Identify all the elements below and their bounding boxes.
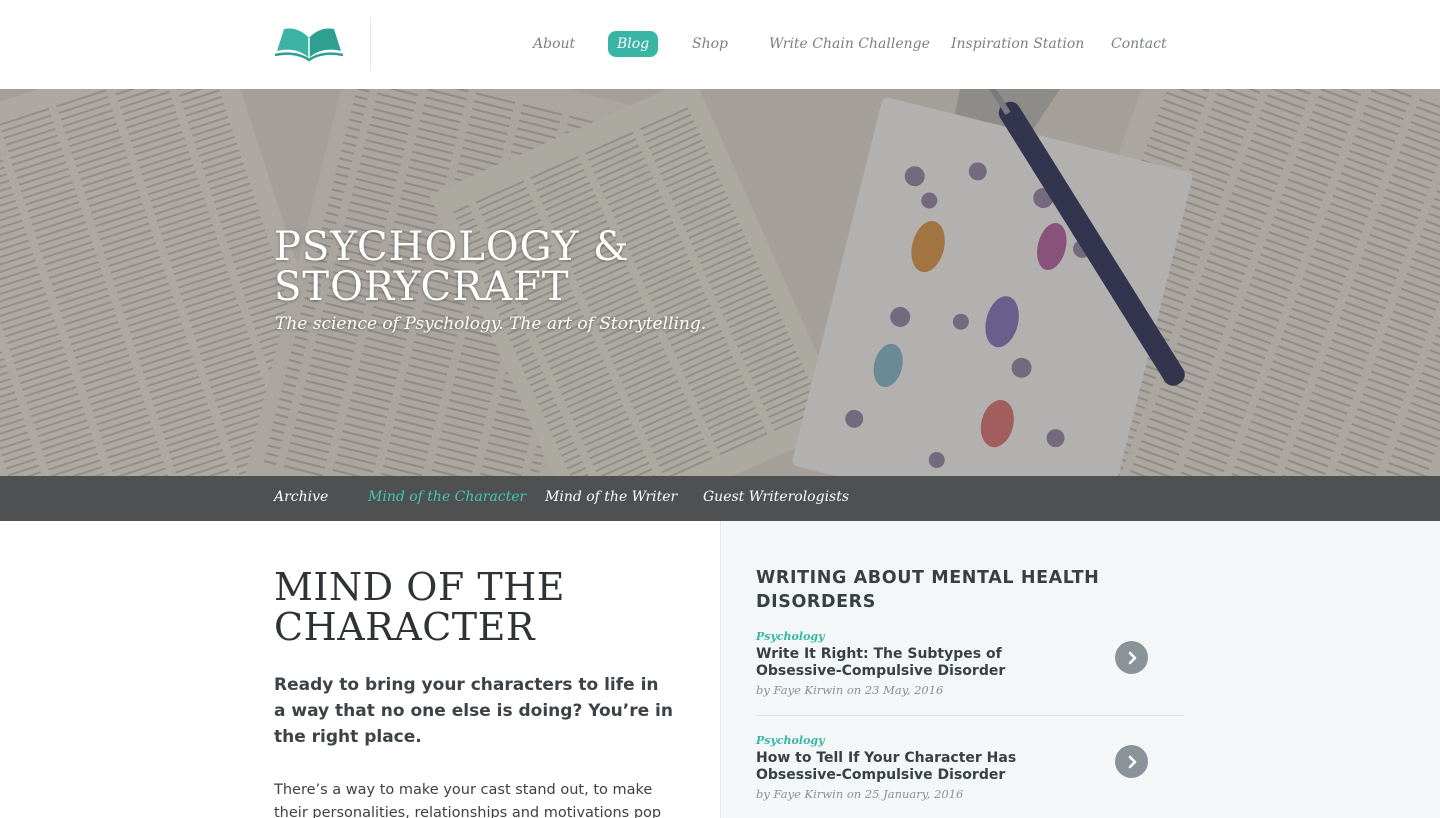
site-logo[interactable] [274,24,344,62]
sidebar: WRITING ABOUT MENTAL HEALTH DISORDERS Ps… [720,521,1440,818]
nav-blog[interactable]: Blog [608,31,659,57]
nav-shop[interactable]: Shop [692,31,728,57]
body-paragraph: There’s a way to make your cast stand ou… [274,782,662,818]
nav-inspiration-station[interactable]: Inspiration Station [951,31,1084,57]
nav-about[interactable]: About [533,31,575,57]
nav-write-chain-challenge[interactable]: Write Chain Challenge [769,31,930,57]
post-title[interactable]: Write It Right: The Subtypes of Obsessiv… [756,646,1086,680]
page-title: MIND OF THE CHARACTER [274,567,694,647]
subnav-mind-of-the-character[interactable]: Mind of the Character [368,489,526,505]
subnav-archive[interactable]: Archive [274,489,328,505]
post-arrow-button[interactable] [1115,745,1148,778]
hero-title-line-2: STORYCRAFT [274,264,570,310]
subnav-mind-of-the-writer[interactable]: Mind of the Writer [545,489,677,505]
page-title-line-2: CHARACTER [274,605,535,649]
post-category[interactable]: Psychology [756,630,825,643]
post-category[interactable]: Psychology [756,734,825,747]
chevron-right-icon [1128,651,1136,664]
hero-subtitle: The science of Psychology. The art of St… [275,314,707,334]
post-title[interactable]: How to Tell If Your Character Has Obsess… [756,750,1086,784]
site-header: About Blog Shop Write Chain Challenge In… [0,0,1440,89]
category-nav: Archive Mind of the Character Mind of th… [0,476,1440,521]
open-book-icon [274,28,344,62]
sidebar-heading: WRITING ABOUT MENTAL HEALTH DISORDERS [756,568,1100,612]
hero-banner: PSYCHOLOGY & STORYCRAFT The science of P… [0,89,1440,476]
nav-contact[interactable]: Contact [1111,31,1167,57]
page-title-line-1: MIND OF THE [274,565,566,609]
post-meta: by Faye Kirwin on 25 January, 2016 [756,787,964,801]
post-arrow-button[interactable] [1115,641,1148,674]
header-divider [370,17,371,71]
subnav-guest-writerologists[interactable]: Guest Writerologists [703,489,849,505]
lead-paragraph: Ready to bring your characters to life i… [274,675,673,747]
hero-title: PSYCHOLOGY & STORYCRAFT [274,227,794,307]
post-divider [756,715,1184,716]
post-meta: by Faye Kirwin on 23 May, 2016 [756,683,944,697]
chevron-right-icon [1128,755,1136,768]
